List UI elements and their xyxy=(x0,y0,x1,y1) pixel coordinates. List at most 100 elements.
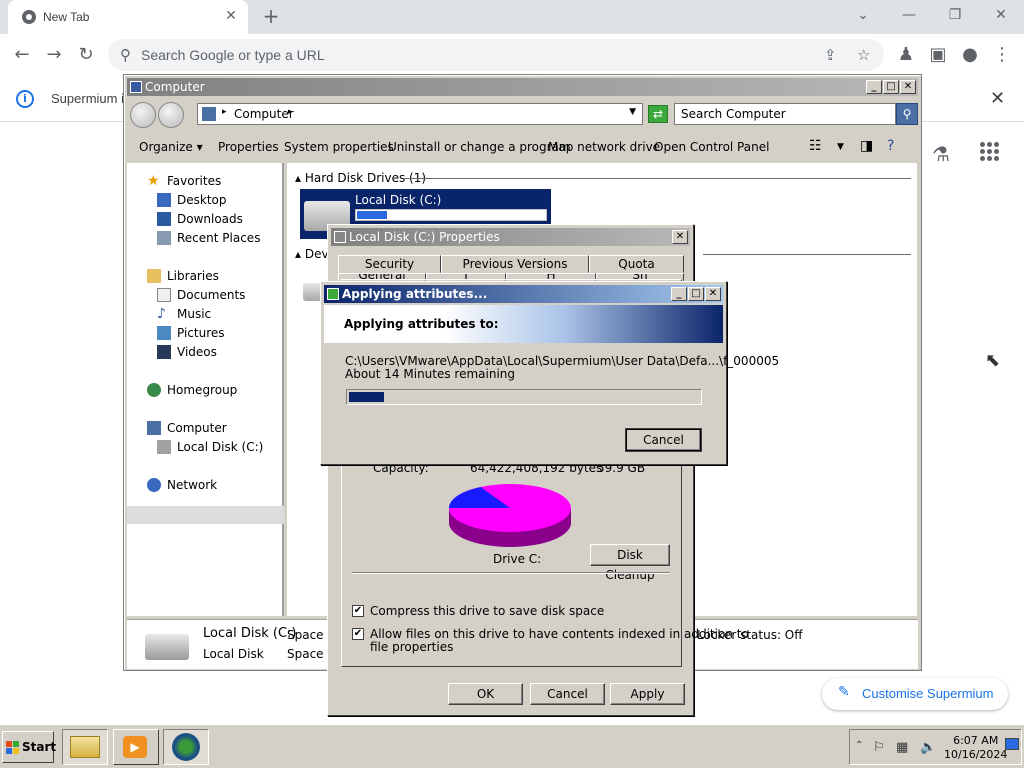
command-bar: Organize ▾ Properties System properties … xyxy=(127,133,918,161)
menu-kebab-icon[interactable]: ⋮ xyxy=(991,44,1013,66)
applying-close-button[interactable]: ✕ xyxy=(705,287,721,301)
infobar-text: Supermium is xyxy=(51,91,131,106)
hard-drive-icon xyxy=(145,634,189,660)
browser-tab[interactable]: New Tab ✕ xyxy=(8,0,248,34)
browser-tabstrip: New Tab ✕ + ⌄ — ❐ ✕ xyxy=(0,0,1024,34)
new-tab-button[interactable]: + xyxy=(259,5,283,29)
infobar-close-icon[interactable]: ✕ xyxy=(990,88,1005,109)
refresh-button[interactable]: ⇄ xyxy=(648,105,668,123)
show-desktop-icon[interactable] xyxy=(1005,738,1019,750)
applying-cancel-button[interactable]: Cancel xyxy=(625,428,702,452)
chevron-down-icon[interactable]: ▼ xyxy=(837,142,844,152)
properties-close-button[interactable]: ✕ xyxy=(672,230,688,244)
drive-icon xyxy=(334,231,346,243)
nav-label: Desktop xyxy=(177,193,227,207)
clock-date: 10/16/2024 xyxy=(944,748,1008,761)
search-icon[interactable]: ⚲ xyxy=(896,103,918,125)
start-button[interactable]: Start xyxy=(2,731,57,763)
clock[interactable]: 6:07 AM 10/16/2024 xyxy=(944,734,1007,762)
nav-selection-highlight xyxy=(127,506,284,524)
explorer-titlebar[interactable]: Computer _ □ ✕ xyxy=(127,78,918,96)
search-input[interactable]: Search Computer xyxy=(674,103,896,125)
open-control-panel-button[interactable]: Open Control Panel xyxy=(654,140,769,154)
nav-label: Recent Places xyxy=(177,231,261,245)
applying-title: Applying attributes... xyxy=(342,287,488,301)
applying-maximize-button[interactable]: □ xyxy=(688,287,704,301)
nav-label: Favorites xyxy=(167,174,222,188)
taskbar-browser-button[interactable] xyxy=(163,729,209,765)
applying-attributes-dialog: Applying attributes... _ □ ✕ Applying at… xyxy=(320,281,779,465)
explorer-maximize-button[interactable]: □ xyxy=(883,80,899,94)
tab-security[interactable]: Security xyxy=(338,255,441,273)
tab-title: New Tab xyxy=(43,10,90,24)
applying-titlebar[interactable]: Applying attributes... _ □ ✕ xyxy=(324,285,723,303)
nav-label: Pictures xyxy=(177,326,225,340)
nav-label: Local Disk (C:) xyxy=(177,440,264,454)
profile-avatar[interactable]: ● xyxy=(959,44,981,66)
system-properties-button[interactable]: System properties xyxy=(284,140,394,154)
forward-button[interactable] xyxy=(158,102,184,128)
side-panel-icon[interactable]: ▣ xyxy=(927,44,949,66)
restore-button[interactable]: ❐ xyxy=(943,4,967,26)
breadcrumb-arrow-icon[interactable]: ▸ xyxy=(222,107,227,117)
show-hidden-icons-icon[interactable]: ⌃ xyxy=(855,740,863,751)
nav-label: Videos xyxy=(177,345,217,359)
browser-globe-icon xyxy=(172,733,200,761)
apps-grid-icon[interactable] xyxy=(980,142,1000,162)
volume-icon[interactable]: 🔈 xyxy=(920,740,936,755)
help-icon[interactable]: ? xyxy=(887,138,894,154)
omnibox[interactable]: ⚲ Search Google or type a URL ⇪ ☆ xyxy=(108,39,884,71)
map-network-drive-button[interactable]: Map network drive xyxy=(548,140,660,154)
applying-path: C:\Users\VMware\AppData\Local\Supermium\… xyxy=(345,354,780,368)
close-tab-icon[interactable]: ✕ xyxy=(222,7,240,25)
mouse-cursor-icon: ⬉ xyxy=(985,350,1001,371)
tab-search-icon[interactable]: ⌄ xyxy=(851,4,875,26)
properties-button[interactable]: Properties xyxy=(218,140,279,154)
cancel-button[interactable]: Cancel xyxy=(530,683,605,705)
network-tray-icon[interactable]: ▦ xyxy=(896,740,908,755)
action-center-flag-icon[interactable]: ⚐ xyxy=(873,740,885,755)
extensions-icon[interactable]: ♟ xyxy=(895,44,917,66)
browser-toolbar: ← → ↻ ⚲ Search Google or type a URL ⇪ ☆ … xyxy=(0,34,1024,76)
downloads-icon xyxy=(157,212,171,226)
nav-label: Network xyxy=(167,478,218,492)
attributes-icon xyxy=(327,288,339,300)
applying-progress-fill xyxy=(349,392,384,402)
properties-title: Local Disk (C:) Properties xyxy=(349,230,500,244)
start-label: Start xyxy=(22,740,57,754)
back-button[interactable] xyxy=(130,102,156,128)
reload-icon[interactable]: ↻ xyxy=(75,44,97,66)
share-icon[interactable]: ⇪ xyxy=(824,46,837,64)
minimize-button[interactable]: — xyxy=(897,4,921,26)
apply-button[interactable]: Apply xyxy=(610,683,685,705)
organize-button[interactable]: Organize ▾ xyxy=(139,140,203,154)
taskbar-explorer-button[interactable] xyxy=(62,729,108,765)
index-checkbox[interactable]: ✔ xyxy=(352,628,364,640)
ok-button[interactable]: OK xyxy=(448,683,523,705)
back-icon[interactable]: ← xyxy=(11,44,33,66)
labs-flask-icon[interactable]: ⚗ xyxy=(932,142,950,166)
tab-previous-versions[interactable]: Previous Versions xyxy=(441,255,589,273)
explorer-close-button[interactable]: ✕ xyxy=(900,80,916,94)
breadcrumb-arrow-icon[interactable]: ▸ xyxy=(288,107,293,117)
customise-button[interactable]: ✎ Customise Supermium xyxy=(822,678,1008,710)
chevron-down-icon[interactable]: ▼ xyxy=(629,107,636,117)
applying-minimize-button[interactable]: _ xyxy=(671,287,687,301)
tab-quota[interactable]: Quota xyxy=(589,255,684,273)
libraries-icon xyxy=(147,269,161,283)
close-window-button[interactable]: ✕ xyxy=(989,4,1013,26)
uninstall-program-button[interactable]: Uninstall or change a program xyxy=(388,140,571,154)
taskbar-media-player-button[interactable]: ▶ xyxy=(113,729,159,765)
bookmark-star-icon[interactable]: ☆ xyxy=(857,46,870,64)
compress-checkbox[interactable]: ✔ xyxy=(352,605,364,617)
forward-icon[interactable]: → xyxy=(43,44,65,66)
preview-pane-icon[interactable]: ◨ xyxy=(860,138,873,154)
properties-titlebar[interactable]: Local Disk (C:) Properties ✕ xyxy=(331,228,690,246)
explorer-minimize-button[interactable]: _ xyxy=(866,80,882,94)
videos-icon xyxy=(157,345,171,359)
disk-cleanup-button[interactable]: Disk Cleanup xyxy=(590,544,670,582)
compress-label: Compress this drive to save disk space xyxy=(370,604,605,618)
view-options-icon[interactable]: ☷ xyxy=(809,138,822,154)
address-bar[interactable]: ▸ Computer ▸ ▼ xyxy=(197,103,643,125)
details-type: Local Disk xyxy=(203,647,264,661)
